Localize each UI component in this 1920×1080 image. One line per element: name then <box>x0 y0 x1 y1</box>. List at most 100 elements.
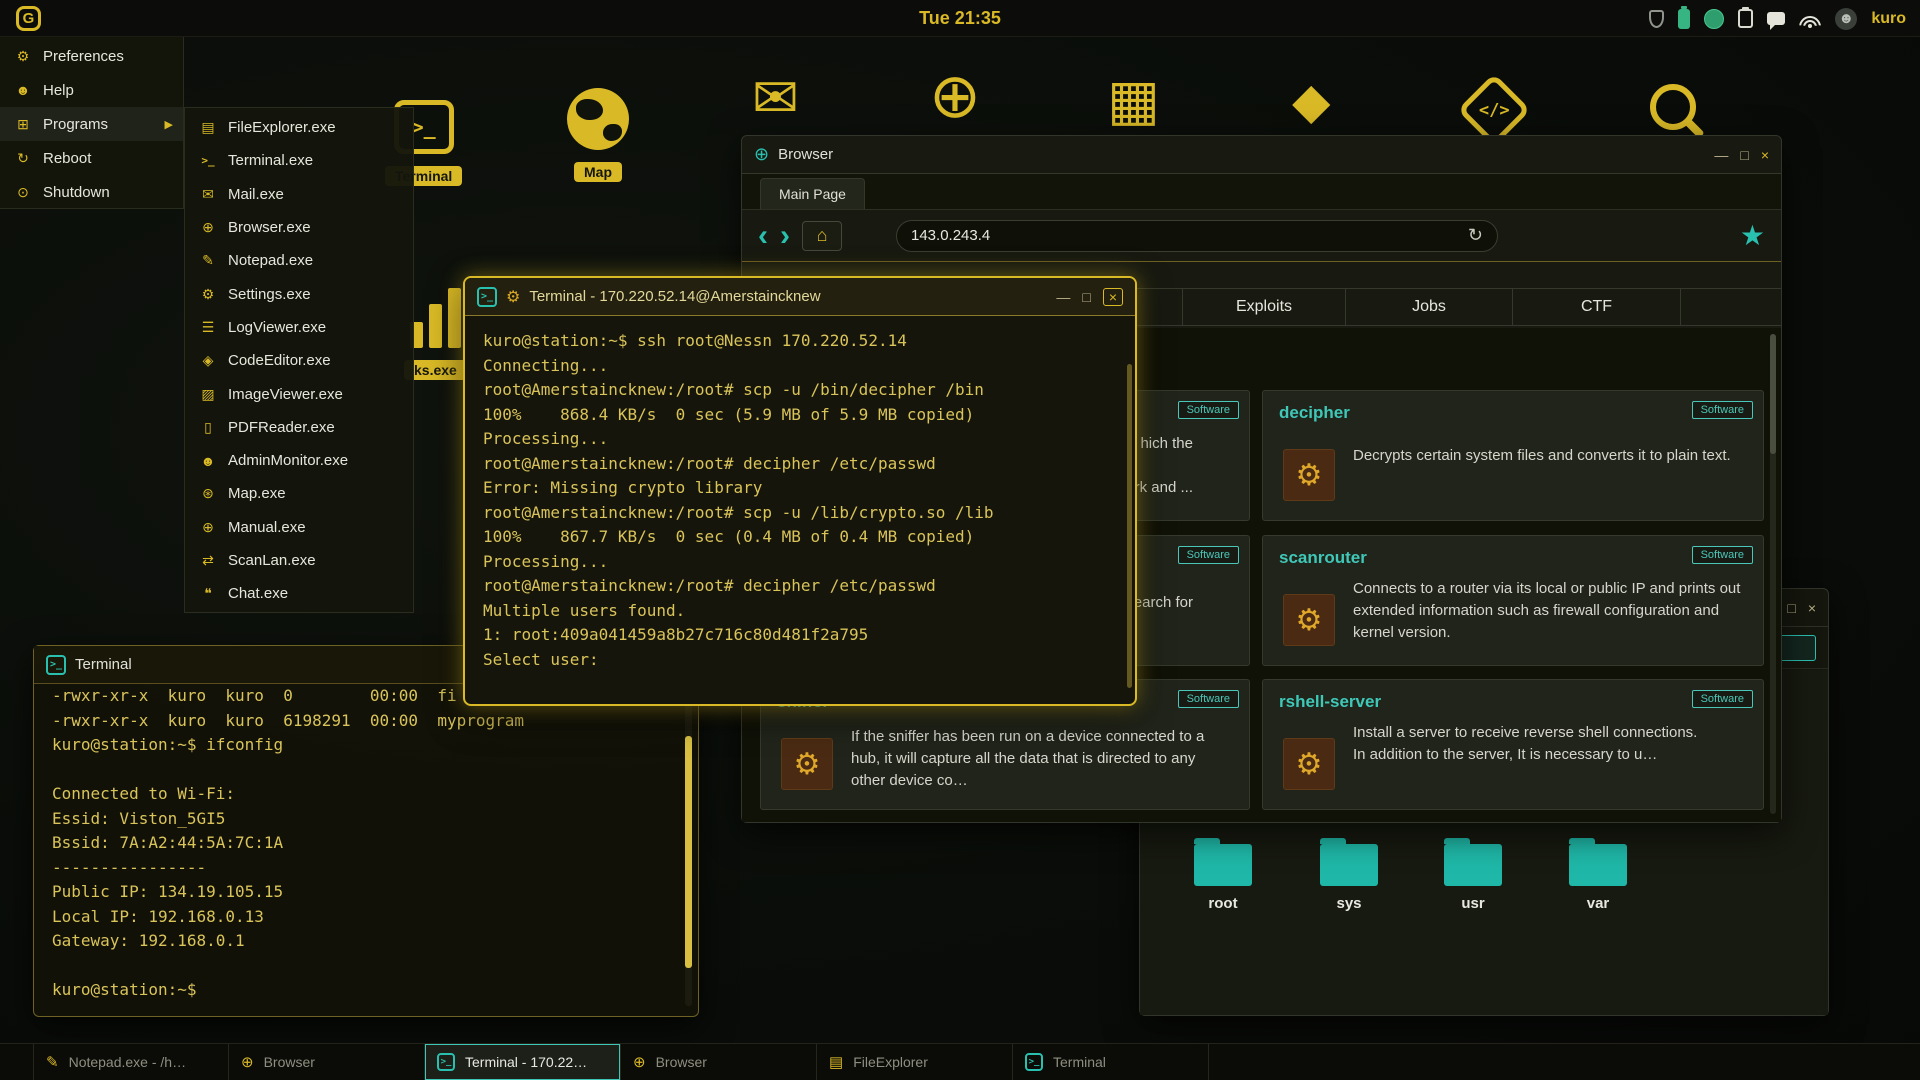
minimize-button[interactable]: — <box>1056 290 1070 304</box>
terminal-body[interactable]: kuro@station:~$ ssh root@Nessn 170.220.5… <box>465 316 1135 704</box>
terminal-titlebar[interactable]: >_ ⚙ Terminal - 170.220.52.14@Amerstainc… <box>465 278 1135 316</box>
menu-item-settings[interactable]: ⚙ Settings.exe <box>185 277 413 310</box>
maximize-button[interactable]: □ <box>1082 290 1090 304</box>
terminal-line: Select user: <box>483 648 1117 673</box>
gear-icon: ⚙ <box>781 738 833 790</box>
desktop-icon-browser[interactable]: ⊕ <box>929 66 981 128</box>
folder-label: root <box>1208 895 1237 912</box>
tab-exploits[interactable]: Exploits <box>1183 289 1346 325</box>
folder-item-usr[interactable]: usr <box>1427 844 1519 912</box>
menu-label: FileExplorer.exe <box>228 119 336 136</box>
tab-main-page[interactable]: Main Page <box>760 178 865 209</box>
desktop-icon-codeeditor[interactable]: </> <box>1468 76 1520 136</box>
menu-item-notepad[interactable]: ✎ Notepad.exe <box>185 244 413 277</box>
back-button[interactable]: ‹ <box>758 221 768 251</box>
menu-item-help[interactable]: ☻ Help <box>0 73 183 107</box>
software-card-rshell-server[interactable]: rshell-server Software ⚙ Install a serve… <box>1262 679 1764 810</box>
taskbar-item-fileexplorer[interactable]: ▤ FileExplorer <box>817 1044 1013 1080</box>
terminal-output: -rwxr-xr-x kuro kuro 0 00:00 fi -rwxr-xr… <box>52 684 680 1003</box>
refresh-icon[interactable]: ↻ <box>1468 225 1483 246</box>
menu-item-adminmonitor[interactable]: ☻ AdminMonitor.exe <box>185 444 413 477</box>
card-description: Decrypts certain system files and conver… <box>1353 445 1745 467</box>
preferences-icon: ⚙ <box>14 48 32 65</box>
menu-item-chat[interactable]: ❝ Chat.exe <box>185 577 413 610</box>
software-badge: Software <box>1178 690 1239 708</box>
folder-item-root[interactable]: root <box>1177 844 1269 912</box>
terminal-icon: >_ <box>477 287 497 307</box>
scrollbar-thumb[interactable] <box>685 736 692 968</box>
scrollbar-thumb[interactable] <box>1127 364 1132 688</box>
menu-item-terminal[interactable]: >_ Terminal.exe <box>185 144 413 177</box>
terminal-line: kuro@station:~$ ifconfig <box>52 733 680 758</box>
url-bar[interactable]: 143.0.243.4 ↻ <box>896 220 1498 252</box>
software-card-scanrouter[interactable]: scanrouter Software ⚙ Connects to a rout… <box>1262 535 1764 666</box>
scan-icon: ⇄ <box>199 552 217 569</box>
close-icon[interactable]: × <box>1761 148 1769 162</box>
menu-item-browser[interactable]: ⊕ Browser.exe <box>185 211 413 244</box>
taskbar-item-terminal-local[interactable]: >_ Terminal <box>1013 1044 1209 1080</box>
close-icon[interactable]: × <box>1103 288 1123 306</box>
card-title: scanrouter <box>1279 548 1367 568</box>
scrollbar-track[interactable] <box>1770 334 1776 814</box>
forward-button[interactable]: › <box>780 221 790 251</box>
desktop-icon-mail[interactable]: ✉ <box>752 70 799 126</box>
menu-item-map[interactable]: ⊛ Map.exe <box>185 477 413 510</box>
maximize-button[interactable]: □ <box>1787 601 1795 615</box>
terminal-line: Bssid: 7A:A2:44:5A:7C:1A <box>52 831 680 856</box>
menu-item-mail[interactable]: ✉ Mail.exe <box>185 178 413 211</box>
home-button[interactable]: ⌂ <box>802 221 842 251</box>
menu-item-shutdown[interactable]: ⊙ Shutdown <box>0 175 183 209</box>
desktop-icon-search[interactable] <box>1650 80 1696 130</box>
close-icon[interactable]: × <box>1808 601 1816 615</box>
folder-item-sys[interactable]: sys <box>1303 844 1395 912</box>
scrollbar-thumb[interactable] <box>1770 334 1776 454</box>
menu-item-imageviewer[interactable]: ▨ ImageViewer.exe <box>185 377 413 410</box>
terminal-icon: >_ <box>437 1053 455 1071</box>
taskbar-item-browser-1[interactable]: ⊕ Browser <box>229 1044 425 1080</box>
maximize-button[interactable]: □ <box>1740 148 1748 162</box>
browser-titlebar[interactable]: ⊕ Browser — □ × <box>742 136 1781 174</box>
menu-item-manual[interactable]: ⊕ Manual.exe <box>185 511 413 544</box>
terminal-body[interactable]: -rwxr-xr-x kuro kuro 0 00:00 fi -rwxr-xr… <box>34 684 698 1016</box>
terminal-line: Processing... <box>483 550 1117 575</box>
menu-label: ImageViewer.exe <box>228 386 343 403</box>
menu-item-logviewer[interactable]: ☰ LogViewer.exe <box>185 311 413 344</box>
network-globe-icon <box>1704 9 1724 29</box>
taskbar-item-browser-2[interactable]: ⊕ Browser <box>621 1044 817 1080</box>
tab-jobs[interactable]: Jobs <box>1346 289 1513 325</box>
terminal-icon: >_ <box>1025 1053 1043 1071</box>
user-avatar-icon[interactable]: ☻ <box>1835 8 1857 30</box>
browser-tabrow: Main Page <box>742 174 1781 210</box>
menu-item-pdfreader[interactable]: ▯ PDFReader.exe <box>185 411 413 444</box>
folder-item-var[interactable]: var <box>1552 844 1644 912</box>
software-badge: Software <box>1692 546 1753 564</box>
taskbar-item-terminal-remote[interactable]: >_ Terminal - 170.22… <box>425 1044 621 1080</box>
desktop-icon-bank[interactable]: ▦ <box>1107 72 1160 128</box>
bar-chart-icon <box>410 286 461 348</box>
person-icon: ☻ <box>199 453 217 469</box>
globe-icon: ⊕ <box>633 1053 646 1071</box>
menu-item-scanlan[interactable]: ⇄ ScanLan.exe <box>185 544 413 577</box>
menu-item-fileexplorer[interactable]: ▤ FileExplorer.exe <box>185 111 413 144</box>
desktop-icon-app[interactable]: ◆ <box>1292 76 1330 126</box>
software-card-decipher[interactable]: decipher Software ⚙ Decrypts certain sys… <box>1262 390 1764 521</box>
taskbar-label: Terminal <box>1053 1054 1106 1070</box>
menu-item-preferences[interactable]: ⚙ Preferences <box>0 39 183 73</box>
menu-item-codeeditor[interactable]: ◈ CodeEditor.exe <box>185 344 413 377</box>
tab-ctf[interactable]: CTF <box>1513 289 1681 325</box>
window-title: Terminal <box>75 656 132 673</box>
bookmark-star-icon[interactable]: ★ <box>1740 219 1765 252</box>
desktop-icon-map[interactable]: Map <box>567 88 629 182</box>
submenu-arrow-icon: ▶ <box>165 118 173 131</box>
taskbar-item-notepad[interactable]: ✎ Notepad.exe - /h… <box>33 1044 229 1080</box>
minimize-button[interactable]: — <box>1714 148 1728 162</box>
username: kuro <box>1871 10 1906 28</box>
terminal-line: Error: Missing crypto library <box>483 476 1117 501</box>
folder-icon <box>1194 844 1252 886</box>
terminal-line: Multiple users found. <box>483 599 1117 624</box>
menu-item-reboot[interactable]: ↻ Reboot <box>0 141 183 175</box>
url-text[interactable]: 143.0.243.4 <box>911 227 1460 244</box>
menu-label: Programs <box>43 116 108 133</box>
menu-item-programs[interactable]: ⊞ Programs ▶ <box>0 107 183 141</box>
terminal-line: Public IP: 134.19.105.15 <box>52 880 680 905</box>
